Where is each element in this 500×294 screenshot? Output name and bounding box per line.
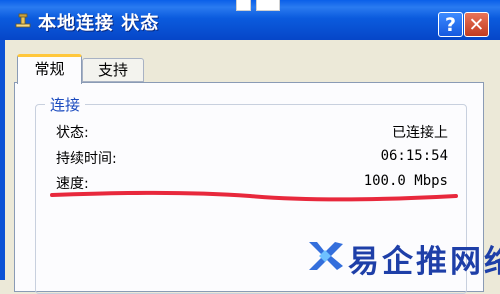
watermark-logo-icon [309, 242, 343, 270]
watermark-text: 易企推网络 [348, 244, 500, 280]
tab-general[interactable]: 常规 [17, 54, 82, 84]
